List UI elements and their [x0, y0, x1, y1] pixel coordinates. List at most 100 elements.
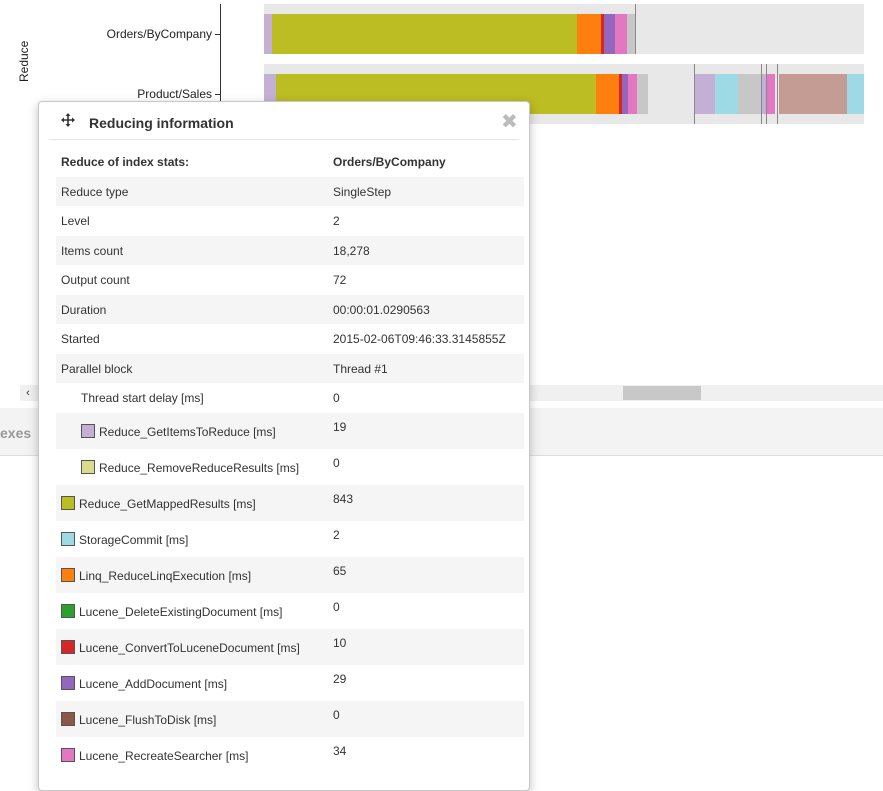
info-value: Orders/ByCompany: [333, 155, 446, 169]
info-value: Thread #1: [333, 361, 388, 376]
info-key: Lucene_DeleteExistingDocument [ms]: [61, 603, 283, 619]
info-row: Level 2: [56, 206, 524, 236]
close-icon[interactable]: ✖: [501, 112, 518, 132]
timeline-segment[interactable]: [694, 74, 715, 114]
timeline-segment[interactable]: [628, 74, 637, 114]
row-label-product-sales: Product/Sales: [137, 87, 212, 101]
legend-swatch-icon: [61, 495, 75, 510]
info-key: Level: [61, 214, 90, 228]
row-label-orders-bycompany: Orders/ByCompany: [106, 27, 212, 41]
timeline-segment[interactable]: [779, 74, 847, 114]
info-key-text: Lucene_AddDocument [ms]: [79, 676, 228, 691]
axis-label: Reduce: [17, 40, 31, 82]
info-row: Duration 00:00:01.0290563: [56, 294, 524, 324]
info-row: Reduce type SingleStep: [56, 176, 524, 206]
timeline-marker: [766, 64, 767, 124]
info-key-text: Lucene_FlushToDisk [ms]: [79, 712, 217, 727]
info-key-text: Reduce_GetMappedResults [ms]: [79, 496, 256, 511]
info-row: Thread start delay [ms] 0: [56, 383, 524, 413]
indexes-tab-label[interactable]: exes: [0, 425, 31, 441]
info-row: Parallel block Thread #1: [56, 353, 524, 383]
info-row: Reduce_GetItemsToReduce [ms] 19: [56, 412, 524, 449]
info-row: Lucene_FlushToDisk [ms] 0: [56, 700, 524, 737]
timeline-segment[interactable]: [738, 74, 762, 114]
info-row: Reduce_GetMappedResults [ms] 843: [56, 484, 524, 521]
info-key: Lucene_ConvertToLuceneDocument [ms]: [61, 639, 300, 655]
timeline-segment[interactable]: [766, 74, 775, 114]
info-value: SingleStep: [333, 184, 392, 199]
info-key-text: Reduce of index stats:: [61, 155, 190, 169]
move-icon[interactable]: [61, 113, 75, 127]
axis-tick: [215, 94, 220, 95]
legend-swatch-icon: [61, 711, 75, 726]
timeline-segment[interactable]: [847, 74, 864, 114]
info-value: 2015-02-06T09:46:33.3145855Z: [333, 332, 506, 346]
info-row: Lucene_RecreateSearcher [ms] 34: [56, 737, 524, 773]
info-key-text: Lucene_DeleteExistingDocument [ms]: [79, 604, 283, 619]
timeline-segment[interactable]: [272, 14, 577, 54]
scroll-left-arrow[interactable]: ‹: [20, 385, 36, 401]
info-row: StorageCommit [ms] 2: [56, 521, 524, 557]
popover-header[interactable]: Reducing information ✖: [49, 102, 519, 140]
timeline-segment[interactable]: [604, 14, 615, 54]
info-value: 0: [333, 599, 340, 614]
info-key: Reduce_GetItemsToReduce [ms]: [81, 423, 276, 439]
info-value: 29: [333, 671, 347, 686]
info-key-text: Linq_ReduceLinqExecution [ms]: [79, 568, 252, 583]
info-key: Reduce of index stats:: [61, 155, 189, 169]
timeline-segment[interactable]: [264, 14, 272, 54]
timeline-segment[interactable]: [615, 14, 627, 54]
legend-swatch-icon: [61, 603, 75, 618]
info-key-text: Lucene_RecreateSearcher [ms]: [79, 748, 249, 763]
legend-swatch-icon: [81, 459, 95, 474]
info-header-row: Reduce of index stats: Orders/ByCompany: [56, 147, 524, 177]
info-row: Lucene_AddDocument [ms] 29: [56, 665, 524, 701]
info-key-text: Level: [61, 214, 90, 228]
info-value: 34: [333, 743, 347, 758]
legend-swatch-icon: [61, 675, 75, 690]
timeline-segment[interactable]: [577, 14, 601, 54]
popover-title: Reducing information: [89, 115, 234, 131]
info-value: 65: [333, 563, 347, 578]
info-key-text: Duration: [61, 302, 107, 317]
info-value: 0: [333, 391, 340, 405]
info-value: 18,278: [333, 243, 370, 258]
info-key: Items count: [61, 244, 123, 258]
info-key: Output count: [61, 273, 130, 287]
info-key: Lucene_AddDocument [ms]: [61, 675, 228, 691]
info-value: 843: [333, 491, 354, 506]
reduce-info-table: Reduce of index stats: Orders/ByCompany Re…: [56, 147, 524, 773]
info-row: Lucene_DeleteExistingDocument [ms] 0: [56, 593, 524, 629]
legend-swatch-icon: [61, 639, 75, 654]
legend-swatch-icon: [61, 567, 75, 582]
legend-swatch-icon: [81, 423, 95, 438]
info-row: Started 2015-02-06T09:46:33.3145855Z: [56, 324, 524, 354]
info-value: 0: [333, 455, 340, 470]
info-value: 00:00:01.0290563: [333, 302, 430, 317]
info-key-text: Started: [61, 332, 100, 346]
info-key-text: Parallel block: [61, 361, 133, 376]
reducing-information-popover: Reducing information ✖ Reduce of index s…: [38, 101, 530, 791]
info-value: 0: [333, 707, 340, 722]
info-key: Lucene_FlushToDisk [ms]: [61, 711, 217, 727]
timeline-segment[interactable]: [596, 74, 619, 114]
info-key-text: Thread start delay [ms]: [81, 391, 204, 405]
timeline-marker: [694, 64, 695, 124]
info-key: Duration: [61, 303, 106, 317]
timeline-segment[interactable]: [637, 74, 648, 114]
info-row: Lucene_ConvertToLuceneDocument [ms] 10: [56, 628, 524, 665]
info-key: Thread start delay [ms]: [81, 391, 204, 405]
info-key: Linq_ReduceLinqExecution [ms]: [61, 567, 252, 583]
timeline-segment[interactable]: [715, 74, 738, 114]
info-key: Started: [61, 332, 100, 346]
info-value: 19: [333, 419, 347, 434]
scrollbar-thumb[interactable]: [623, 386, 701, 400]
info-key: Reduce_RemoveReduceResults [ms]: [81, 459, 299, 475]
info-value: 2: [333, 214, 340, 228]
info-row: Linq_ReduceLinqExecution [ms] 65: [56, 556, 524, 593]
legend-swatch-icon: [61, 531, 75, 546]
timeline-marker: [635, 4, 636, 54]
info-key-text: StorageCommit [ms]: [79, 532, 189, 547]
info-key-text: Items count: [61, 243, 124, 258]
info-key-text: Output count: [61, 273, 130, 287]
